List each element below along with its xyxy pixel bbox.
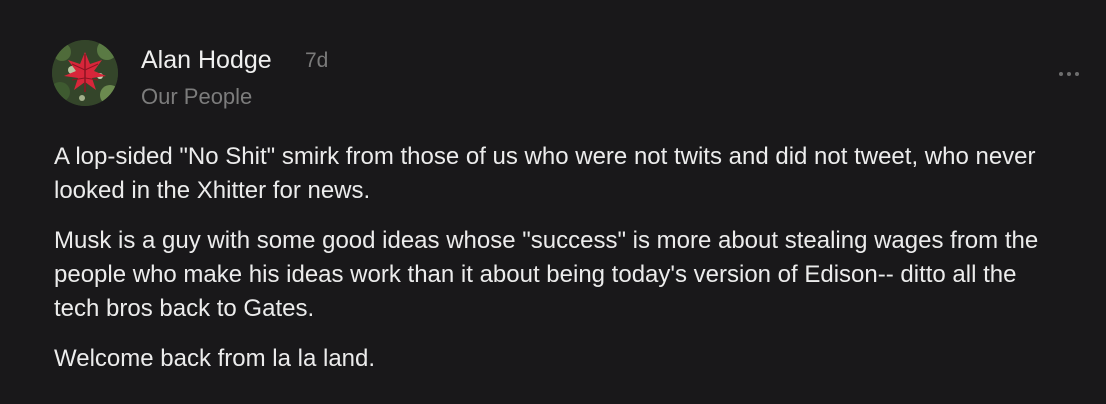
comment-paragraph: A lop-sided "No Shit" smirk from those o… xyxy=(54,143,1036,204)
comment-body: A lop-sided "No Shit" smirk from those o… xyxy=(54,140,1054,392)
author-name[interactable]: Alan Hodge xyxy=(141,44,272,76)
comment-paragraph: Musk is a guy with some good ideas whose… xyxy=(54,227,1039,322)
author-subtitle: Our People xyxy=(141,84,253,109)
comment: Alan Hodge 7d Our People A lop-sided "No… xyxy=(0,0,1106,404)
comment-paragraph: Welcome back from la la land. xyxy=(54,345,376,372)
avatar[interactable] xyxy=(52,40,118,106)
timestamp[interactable]: 7d xyxy=(305,48,328,74)
red-leaf-avatar-icon xyxy=(52,40,118,106)
ellipsis-icon xyxy=(1059,72,1063,76)
ellipsis-dot xyxy=(1067,72,1071,76)
more-options-button[interactable] xyxy=(1052,62,1086,86)
ellipsis-dot xyxy=(1075,72,1079,76)
